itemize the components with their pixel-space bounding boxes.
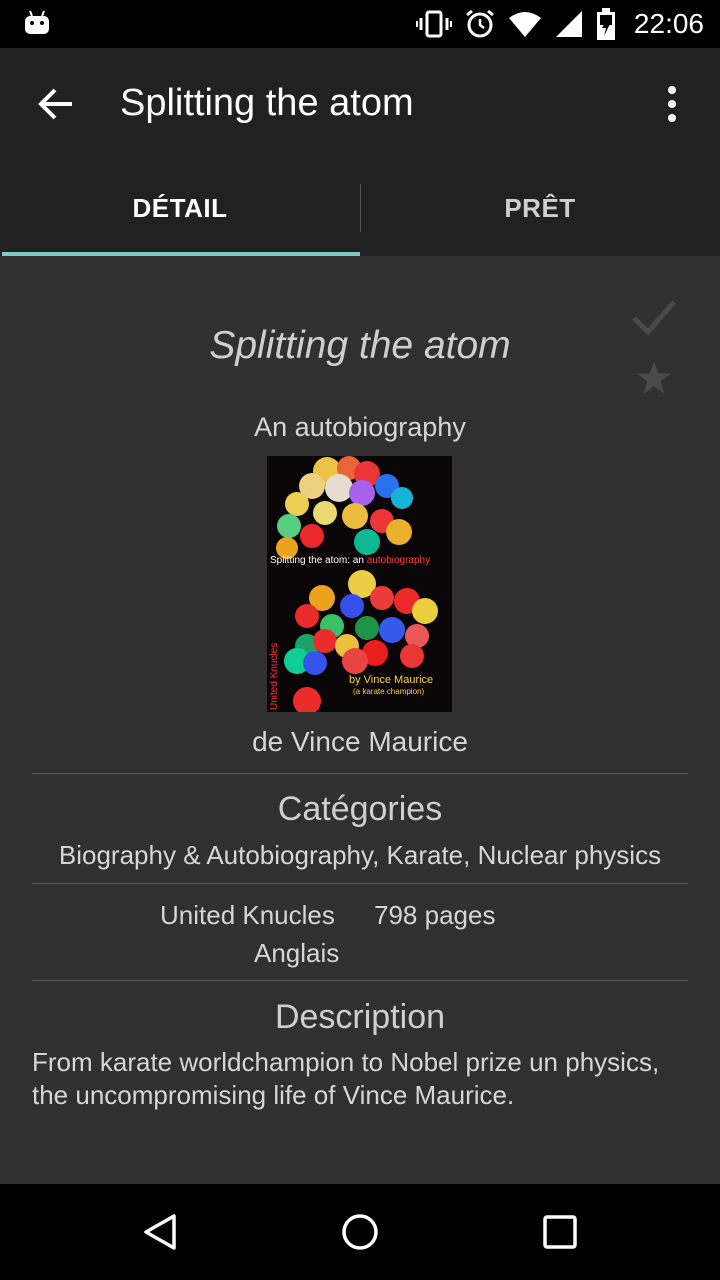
app-bar: Splitting the atom — [0, 48, 720, 160]
divider — [32, 883, 688, 884]
language-value: Anglais — [254, 938, 340, 968]
publisher-value: United Knucles — [160, 900, 335, 930]
categories-value: Biography & Autobiography, Karate, Nucle… — [58, 840, 662, 870]
back-nav-icon[interactable] — [140, 1212, 180, 1252]
android-icon — [25, 10, 49, 34]
book-detail: Splitting the atom An autobiography Spli… — [0, 256, 720, 1184]
battery-icon — [596, 8, 615, 40]
book-cover[interactable]: Splitting the atom: an autobiography by … — [267, 456, 452, 712]
status-clock: 22:06 — [633, 8, 704, 39]
divider — [32, 773, 688, 774]
cover-author: by Vince Maurice — [349, 674, 434, 686]
signal-icon — [555, 11, 582, 37]
page-count: 798 pages — [374, 900, 496, 930]
home-nav-icon[interactable] — [340, 1212, 380, 1252]
book-title: Splitting the atom — [209, 324, 511, 367]
status-bar: 22:06 — [0, 0, 720, 48]
arrow-back-icon[interactable] — [36, 84, 76, 124]
cover-title-part1: Splitting the atom: an — [270, 555, 367, 566]
cover-title-part2: autobiography — [366, 555, 431, 566]
alarm-icon — [465, 9, 494, 38]
navigation-bar — [0, 1184, 720, 1280]
tab-bar: DÉTAIL PRÊT — [0, 160, 720, 256]
tab-loan[interactable]: PRÊT — [360, 160, 720, 256]
wifi-icon — [508, 12, 541, 37]
vibrate-icon — [415, 10, 452, 38]
recents-nav-icon[interactable] — [540, 1212, 580, 1252]
book-subtitle: An autobiography — [254, 412, 466, 442]
more-vert-icon[interactable] — [664, 84, 680, 124]
book-author: de Vince Maurice — [252, 726, 468, 757]
cover-title: Splitting the atom: an autobiography — [270, 555, 452, 566]
categories-heading: Catégories — [277, 790, 443, 828]
tab-detail[interactable]: DÉTAIL — [0, 160, 360, 256]
cover-publisher: United Knucles — [269, 642, 280, 710]
cover-author-note: (a karate champion) — [353, 687, 425, 696]
description-heading: Description — [274, 998, 446, 1036]
page-title: Splitting the atom — [120, 82, 414, 124]
description-value: From karate worldchampion to Nobel prize… — [32, 1047, 660, 1110]
divider — [32, 980, 688, 981]
